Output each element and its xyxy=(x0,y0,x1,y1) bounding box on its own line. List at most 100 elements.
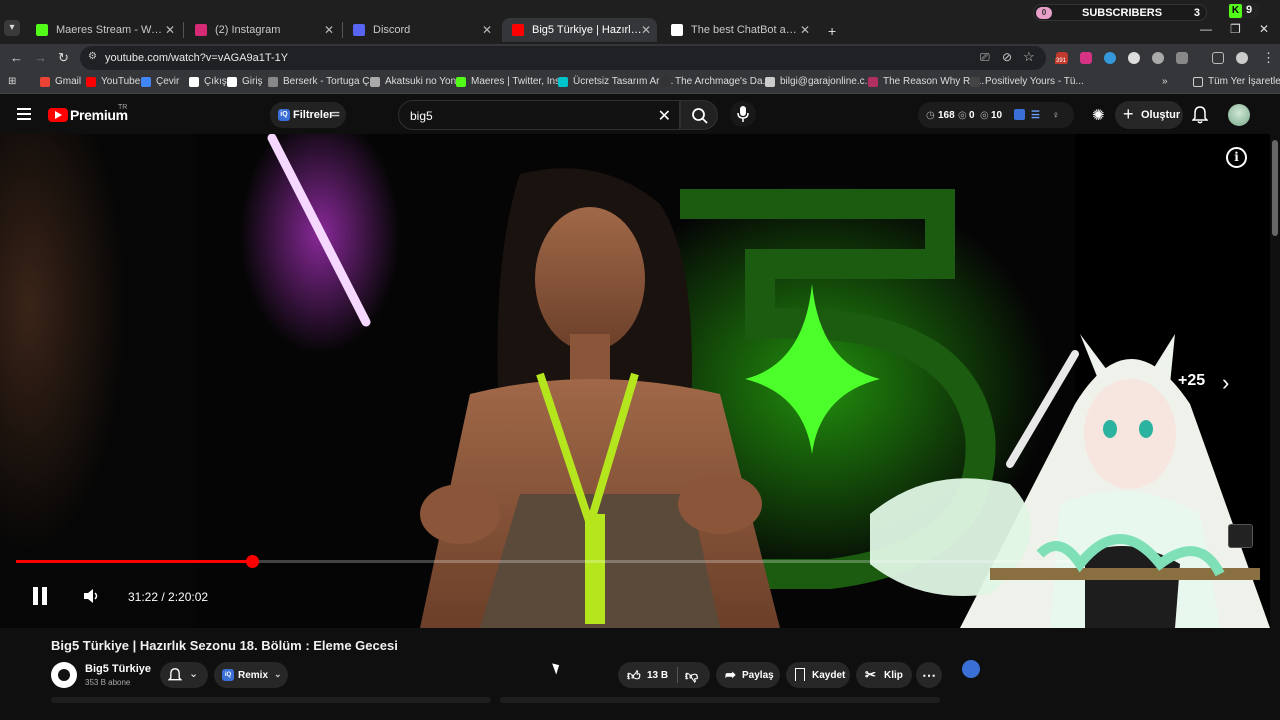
extension-blue-icon[interactable] xyxy=(1104,52,1116,64)
bookmark-label: YouTube xyxy=(101,76,141,87)
bookmark-label: Positively Yours - Tü... xyxy=(985,76,1084,87)
tab-close-icon[interactable]: ✕ xyxy=(641,23,651,37)
extension-cloud-icon[interactable] xyxy=(1152,52,1164,64)
pause-icon[interactable] xyxy=(32,587,48,605)
filters-label: Filtreler xyxy=(293,109,334,121)
restore-icon[interactable]: ❐ xyxy=(1230,22,1241,36)
volume-icon[interactable] xyxy=(82,588,100,604)
search-button[interactable] xyxy=(680,100,718,130)
filters-button[interactable]: iQ Filtreler ⚌ xyxy=(270,102,346,128)
profile-icon[interactable] xyxy=(1236,52,1248,64)
apps-grid-icon[interactable]: ⊞ xyxy=(8,76,16,87)
voice-search-button[interactable] xyxy=(730,101,756,127)
more-actions-button[interactable]: ⋯ xyxy=(916,662,942,688)
create-button[interactable]: + Oluştur xyxy=(1115,101,1183,129)
subscribers-pill: 0 xyxy=(1036,7,1052,19)
site-info-icon[interactable]: ⚙ xyxy=(88,51,100,63)
bookmark-item[interactable]: The Reason Why Ra... xyxy=(868,76,984,87)
dislike-icon[interactable]: 👎︎ xyxy=(685,668,698,684)
more-videos-count[interactable]: +25 xyxy=(1178,372,1205,390)
bookmark-item[interactable]: Ücretsiz Tasarım Ara... xyxy=(558,76,673,87)
like-count[interactable]: 13 B xyxy=(647,670,668,681)
progress-played[interactable] xyxy=(16,560,252,563)
tab-close-icon[interactable]: ✕ xyxy=(482,23,492,37)
bookmark-item[interactable]: Akatsuki no Yona xyxy=(370,76,462,87)
browser-tab[interactable]: The best ChatBot and Widgets✕ xyxy=(661,18,816,42)
channel-avatar[interactable] xyxy=(51,662,77,688)
bookmark-item[interactable]: Giriş xyxy=(227,76,263,87)
bookmark-item[interactable]: Çevir xyxy=(141,76,179,87)
search-value[interactable]: big5 xyxy=(410,109,433,123)
extension-gear-icon[interactable]: ✺ xyxy=(1092,106,1105,124)
minimize-icon[interactable]: — xyxy=(1200,22,1212,36)
extensions-puzzle-icon[interactable] xyxy=(1176,52,1188,64)
account-avatar[interactable] xyxy=(1228,104,1250,126)
extension-stats-widget[interactable]: ◷ 168 ◎ 0 ◎ 10 ☰ ♀ xyxy=(918,102,1074,128)
reload-icon[interactable]: ↻ xyxy=(58,50,69,66)
tab-close-icon[interactable]: ✕ xyxy=(800,23,810,37)
video-frame xyxy=(0,134,1270,628)
bookmark-favicon-icon xyxy=(141,76,151,87)
cast-icon[interactable]: ⎚ xyxy=(980,50,990,65)
bookmark-favicon-icon xyxy=(40,76,50,87)
save-button[interactable]: Kaydet xyxy=(786,662,850,688)
like-icon[interactable]: 👍︎ xyxy=(627,668,641,684)
remix-button[interactable]: iQ Remix ⌄ xyxy=(214,662,288,688)
bookmark-favicon-icon xyxy=(558,76,568,87)
bookmarks-more-icon[interactable]: » xyxy=(1162,76,1168,87)
forward-arrow-icon[interactable]: → xyxy=(34,50,47,65)
like-divider xyxy=(677,667,678,683)
eye-icon: ◎ xyxy=(958,110,967,121)
folder-icon xyxy=(1193,76,1203,87)
media-control-icon[interactable] xyxy=(1212,52,1224,64)
video-title: Big5 Türkiye | Hazırlık Sezonu 18. Bölüm… xyxy=(51,638,398,653)
eye-off-icon[interactable]: ⊘ xyxy=(1002,50,1012,64)
share-button[interactable]: ➦ Paylaş xyxy=(716,662,780,688)
search-input[interactable]: big5 ✕ xyxy=(398,100,680,130)
next-arrow-icon[interactable]: › xyxy=(1222,370,1229,396)
bookmark-item[interactable]: Gmail xyxy=(40,76,81,87)
channel-name[interactable]: Big5 Türkiye xyxy=(85,663,151,675)
bookmark-favicon-icon xyxy=(86,76,96,87)
browser-tab[interactable]: Maeres Stream - Watch Live on✕ xyxy=(26,18,181,42)
tab-close-icon[interactable]: ✕ xyxy=(165,23,175,37)
close-window-icon[interactable]: ✕ xyxy=(1259,22,1269,36)
all-bookmarks[interactable]: Tüm Yer İşaretleri xyxy=(1193,76,1280,87)
bookmark-item[interactable]: bilgi@garajonline.c... xyxy=(765,76,873,87)
tab-search-button[interactable]: ▾ xyxy=(4,20,20,36)
iq-floating-icon[interactable] xyxy=(962,660,980,678)
bookmark-item[interactable]: Çıkış xyxy=(189,76,227,87)
youtube-logo-icon[interactable] xyxy=(48,108,68,122)
info-icon[interactable]: i xyxy=(1226,147,1247,168)
extension-bulb-icon[interactable] xyxy=(1128,52,1140,64)
omnibox[interactable]: ⚙ youtube.com/watch?v=vAGA9a1T-1Y ⎚ ⊘ ☆ xyxy=(80,46,1046,70)
browser-tab[interactable]: (2) Instagram ✕ xyxy=(185,18,340,42)
bookmark-item[interactable]: Maeres | Twitter, Ins... xyxy=(456,76,568,87)
clip-button[interactable]: ✂ Klip xyxy=(856,662,912,688)
bookmark-item[interactable]: Berserk - Tortuga Ç... xyxy=(268,76,378,87)
extension-pink-icon[interactable] xyxy=(1080,52,1092,64)
sliders-icon: ⚌ xyxy=(331,108,340,119)
browser-tab[interactable]: Discord ✕ xyxy=(343,18,498,42)
url-text[interactable]: youtube.com/watch?v=vAGA9a1T-1Y xyxy=(105,52,288,64)
iq-badge-icon xyxy=(1014,109,1025,120)
scrollbar-thumb[interactable] xyxy=(1272,140,1278,236)
clear-search-icon[interactable]: ✕ xyxy=(658,106,671,126)
bookmark-item[interactable]: The Archmage's Da... xyxy=(660,76,771,87)
bookmark-item[interactable]: Positively Yours - Tü... xyxy=(970,76,1084,87)
stat-c: 10 xyxy=(991,110,1003,121)
hamburger-menu-icon[interactable] xyxy=(17,108,31,120)
browser-tab[interactable]: Big5 Türkiye | Hazırlık Sezonu✕ xyxy=(502,18,657,42)
comments-icon: ◎ xyxy=(980,110,989,121)
subscription-bell-button[interactable]: ⌄ xyxy=(160,662,208,688)
bookmark-star-icon[interactable]: ☆ xyxy=(1023,49,1035,65)
notifications-bell-icon[interactable] xyxy=(1192,106,1208,124)
tab-close-icon[interactable]: ✕ xyxy=(324,23,334,37)
overlay-widget-icon[interactable] xyxy=(1228,524,1253,548)
video-player[interactable] xyxy=(0,134,1280,628)
progress-scrubber[interactable] xyxy=(246,555,259,568)
back-arrow-icon[interactable]: ← xyxy=(10,50,23,65)
new-tab-button[interactable]: + xyxy=(828,23,836,39)
bookmark-item[interactable]: YouTube xyxy=(86,76,140,87)
browser-menu-icon[interactable]: ⋮ xyxy=(1262,50,1275,66)
